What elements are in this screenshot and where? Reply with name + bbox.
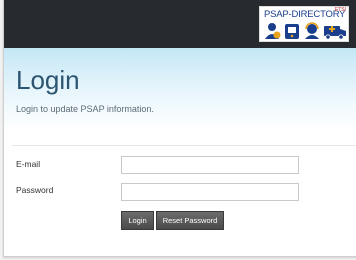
email-field[interactable] xyxy=(121,156,299,174)
logo-mark: ETSI xyxy=(334,7,346,13)
password-field[interactable] xyxy=(121,183,299,201)
person-icon xyxy=(265,23,281,39)
top-navbar: PSAP-DIRECTORY ETSI xyxy=(4,0,356,48)
app-window: PSAP-DIRECTORY ETSI Login Login to updat… xyxy=(3,0,356,257)
reset-password-button[interactable]: Reset Password xyxy=(156,211,224,230)
ambulance-icon xyxy=(324,26,346,40)
logo-icons xyxy=(265,22,346,40)
phone-icon xyxy=(285,24,299,39)
login-button[interactable]: Login xyxy=(121,211,154,230)
page-title: Login xyxy=(16,65,80,95)
email-label: E-mail xyxy=(16,159,41,169)
headset-operator-icon xyxy=(305,22,319,39)
psap-directory-logo[interactable]: PSAP-DIRECTORY ETSI xyxy=(259,6,349,42)
page-subtitle: Login to update PSAP information. xyxy=(16,104,154,114)
logo-text: PSAP-DIRECTORY xyxy=(264,9,346,20)
password-label: Password xyxy=(16,185,54,195)
section-divider xyxy=(12,145,356,146)
